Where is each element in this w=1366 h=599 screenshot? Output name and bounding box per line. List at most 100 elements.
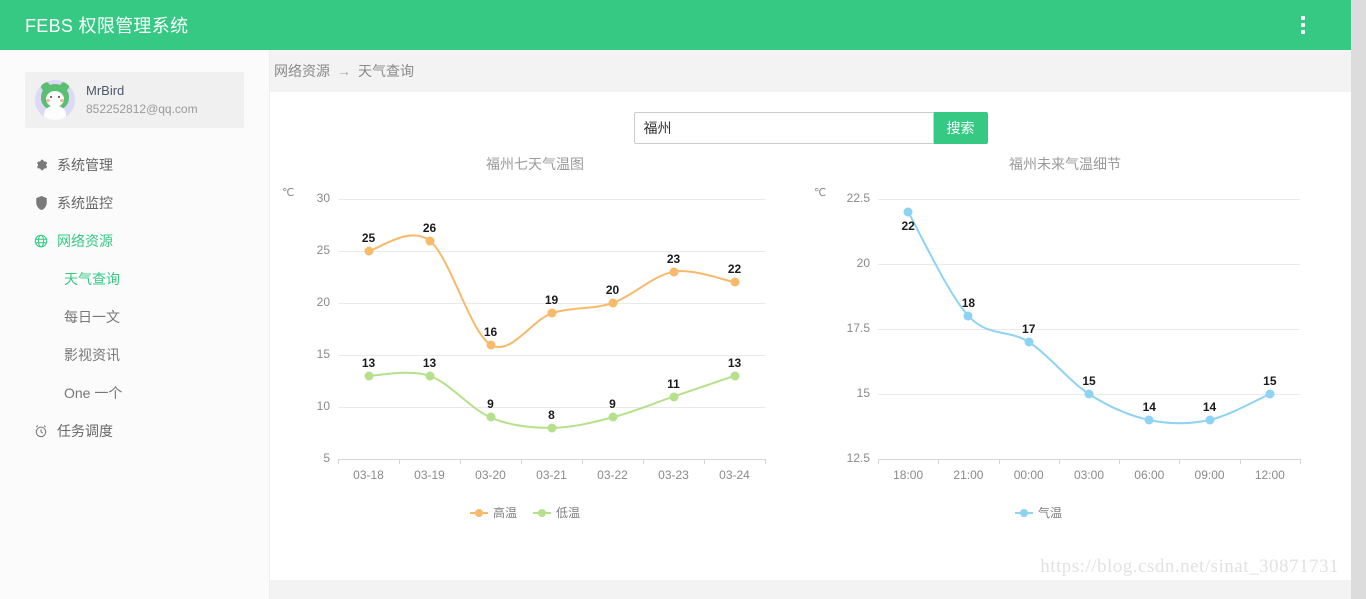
sidebar-item-system-monitor[interactable]: 系统监控: [0, 184, 269, 222]
legend-label: 低温: [556, 506, 581, 520]
sidebar-subitem-label: 天气查询: [64, 271, 120, 287]
data-point-label: 18: [961, 296, 976, 310]
data-point[interactable]: [364, 246, 373, 256]
data-point-label: 9: [609, 397, 616, 412]
user-name: MrBird: [86, 82, 125, 98]
sidebar-subitem-one[interactable]: One 一个: [0, 374, 269, 412]
data-point[interactable]: [963, 311, 973, 321]
user-email: 852252812@qq.com: [86, 101, 198, 116]
sidebar-subitem-daily-article[interactable]: 每日一文: [0, 298, 269, 336]
app-title: FEBS 权限管理系统: [25, 16, 189, 36]
data-point[interactable]: [1205, 415, 1215, 425]
data-point[interactable]: [1144, 415, 1154, 425]
sidebar: MrBird 852252812@qq.com 系统管理 系统监控 网络资源 天…: [0, 50, 270, 599]
legend-item[interactable]: 气温: [1015, 504, 1062, 521]
data-point[interactable]: [608, 412, 617, 422]
data-point-label: 14: [1202, 400, 1217, 414]
data-point[interactable]: [1084, 389, 1094, 399]
legend-swatch-icon: [470, 508, 488, 517]
data-point-label: 20: [605, 283, 620, 297]
breadcrumb-current: 天气查询: [358, 63, 414, 79]
top-bar: FEBS 权限管理系统: [0, 0, 1366, 50]
sidebar-item-label: 任务调度: [57, 423, 113, 439]
data-point[interactable]: [730, 371, 739, 381]
data-point-label: 17: [1022, 322, 1036, 336]
data-point-label: 13: [727, 355, 742, 370]
legend-swatch-icon: [1015, 508, 1033, 517]
chart-legend: 高温 低温: [470, 504, 580, 521]
vertical-dots-icon[interactable]: [1292, 14, 1314, 36]
sidebar-item-task-scheduling[interactable]: 任务调度: [0, 412, 269, 450]
legend-item[interactable]: 高温: [470, 504, 517, 521]
data-point-label: 15: [1082, 374, 1096, 388]
globe-icon: [33, 233, 49, 249]
legend-swatch-icon: [533, 508, 552, 517]
data-point[interactable]: [547, 423, 556, 433]
data-point[interactable]: [669, 267, 678, 277]
watermark: https://blog.csdn.net/sinat_30871731: [1040, 556, 1339, 577]
chart-seven-day-temperature: 福州七天气温图 ℃ 5 10 15 20 25 30 03-18 03-19 03-20 03-21 0…: [270, 154, 800, 554]
main-content: 网络资源 → 天气查询 搜索 福州七天气温图℃5101520253003-180…: [270, 50, 1351, 599]
data-point[interactable]: [1265, 389, 1275, 399]
data-point[interactable]: [364, 371, 373, 381]
data-point-label: 11: [667, 376, 680, 391]
sidebar-item-system-management[interactable]: 系统管理: [0, 146, 269, 184]
breadcrumb-parent[interactable]: 网络资源: [274, 61, 330, 81]
sidebar-subitem-label: 每日一文: [64, 309, 120, 325]
sidebar-item-network-resources[interactable]: 网络资源: [0, 222, 269, 260]
alarm-clock-icon: [33, 423, 49, 439]
charts-container: 福州七天气温图 ℃ 5 10 15 20 25 30 03-18 03-19 03-20 03-21 0…: [270, 154, 1351, 554]
chart-legend: 气温: [1015, 504, 1062, 521]
data-point-label: 8: [548, 407, 555, 422]
chart-future-temperature-detail: 福州未来气温细节 ℃ 12.5 15 17.5 20 22.5 18:00 21:00 00:00…: [800, 154, 1330, 554]
data-point-label: 22: [727, 262, 742, 277]
data-point-label: 14: [1142, 400, 1156, 414]
chart-plot-area: [907, 211, 1271, 425]
sidebar-subitem-label: One 一个: [64, 385, 123, 401]
sidebar-subitem-movie-news[interactable]: 影视资讯: [0, 336, 269, 374]
data-point-label: 16: [483, 324, 498, 339]
data-point[interactable]: [903, 207, 913, 217]
data-point-label: 13: [422, 355, 437, 370]
data-point-label: 15: [1263, 374, 1277, 388]
legend-label: 高温: [493, 506, 518, 520]
data-point-label: 23: [666, 251, 681, 266]
data-point[interactable]: [547, 308, 556, 318]
data-point-label: 13: [361, 355, 376, 370]
data-point-label: 25: [361, 231, 376, 245]
sidebar-nav: 系统管理 系统监控 网络资源 天气查询 每日一文 影视资讯 One 一个 任务调…: [0, 146, 269, 450]
data-point-label: 9: [487, 397, 494, 412]
chart-plot-area: [368, 234, 735, 429]
sidebar-item-label: 系统管理: [57, 157, 113, 173]
data-point[interactable]: [608, 298, 617, 308]
user-card[interactable]: MrBird 852252812@qq.com: [25, 72, 244, 128]
dot: [1301, 23, 1305, 27]
sidebar-subitem-weather-query[interactable]: 天气查询: [0, 260, 269, 298]
dot: [1301, 30, 1305, 34]
data-point[interactable]: [486, 340, 495, 350]
search-button[interactable]: 搜索: [933, 112, 988, 144]
search-row: 搜索: [270, 92, 1351, 144]
data-point-label: 19: [544, 293, 559, 308]
data-point[interactable]: [730, 277, 739, 287]
data-point[interactable]: [1024, 337, 1034, 347]
avatar: [35, 80, 75, 120]
data-point-label: 26: [422, 220, 437, 235]
content-panel: 搜索 福州七天气温图℃5101520253003-1803-1903-2003-…: [270, 92, 1351, 580]
sidebar-subitem-label: 影视资讯: [64, 347, 120, 363]
search-input[interactable]: [633, 112, 934, 144]
shield-icon: [33, 195, 49, 211]
gear-icon: [33, 157, 49, 173]
data-point[interactable]: [425, 371, 434, 381]
page-scrollbar[interactable]: [1351, 0, 1366, 599]
sidebar-item-label: 系统监控: [57, 195, 113, 211]
data-point[interactable]: [425, 236, 434, 246]
sidebar-item-label: 网络资源: [57, 233, 113, 249]
data-point[interactable]: [669, 392, 678, 402]
data-point-label: 22: [901, 219, 915, 233]
legend-label: 气温: [1038, 506, 1063, 520]
legend-item[interactable]: 低温: [533, 504, 580, 521]
breadcrumb: 网络资源 → 天气查询: [270, 50, 1351, 92]
dot: [1301, 16, 1305, 20]
data-point[interactable]: [486, 412, 495, 422]
